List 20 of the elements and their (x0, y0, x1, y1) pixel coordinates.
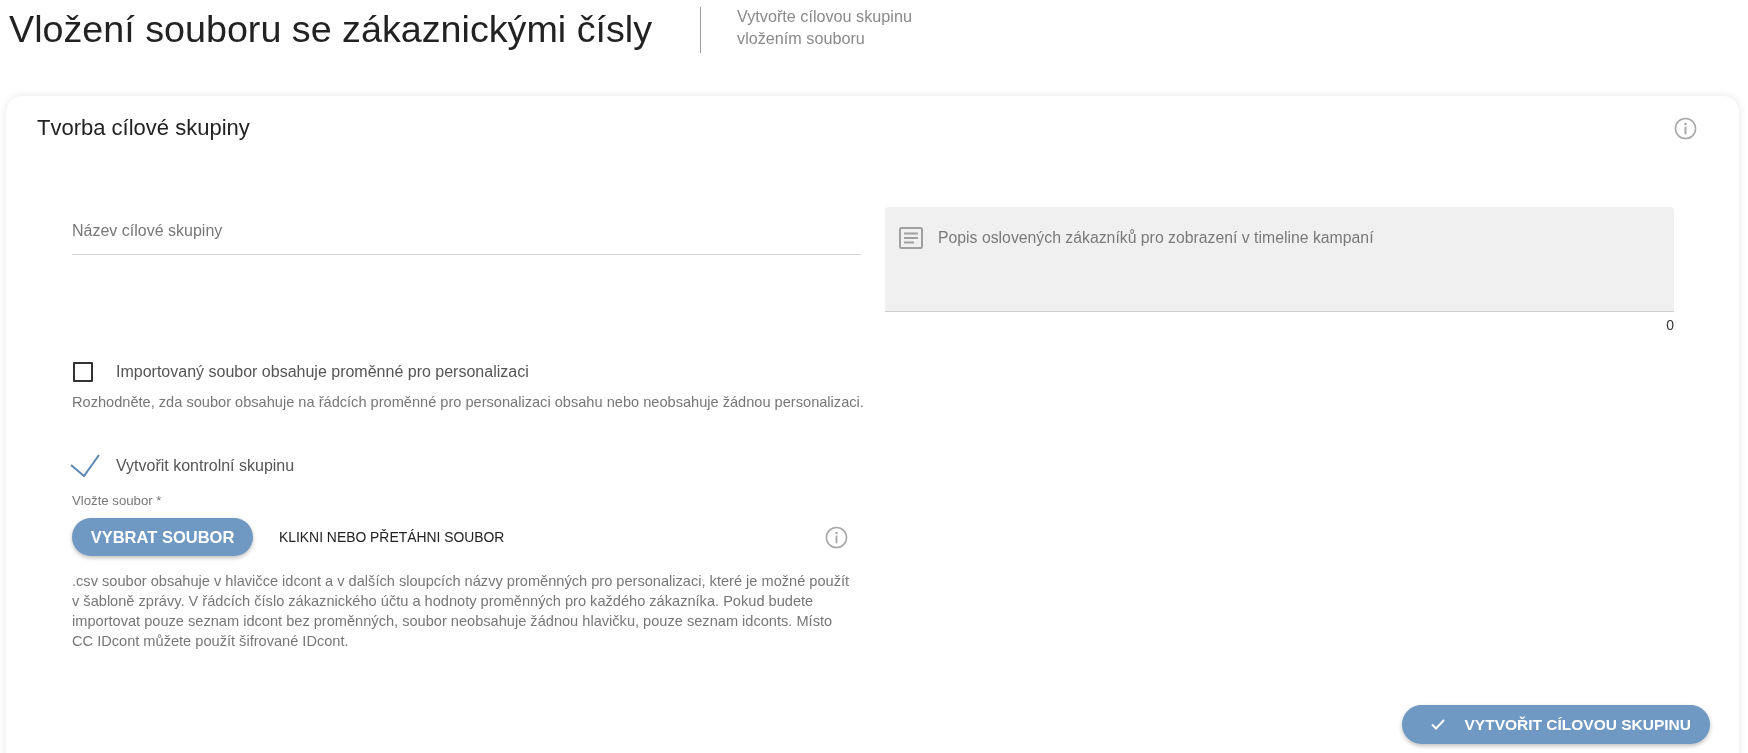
create-group-button[interactable]: VYTVOŘIT CÍLOVOU SKUPINU (1401, 705, 1710, 744)
character-counter: 0 (1666, 316, 1674, 335)
choose-file-button[interactable]: VYBRAT SOUBOR (72, 518, 253, 556)
check-icon (1430, 719, 1445, 730)
info-icon[interactable] (1674, 116, 1697, 140)
description-field[interactable]: Popis oslovených zákazníků pro zobrazení v timeline kampaní (885, 207, 1674, 312)
notes-icon (899, 227, 923, 249)
file-upload-label: Vložte soubor * (72, 493, 163, 509)
info-icon[interactable] (825, 525, 848, 549)
checkbox-label: Importovaný soubor obsahuje proměnné pro personalizaci (116, 362, 529, 382)
checkbox-label: Vytvořit kontrolní skupinu (116, 455, 295, 476)
checkbox-hint: Rozhodněte, zda soubor obsahuje na řádcích proměnné pro personalizaci obsahu nebo neobsahuje žádnou personalizaci. (72, 393, 861, 412)
drop-zone-hint: KLIKNI NEBO PŘETÁHNI SOUBOR (279, 529, 505, 545)
name-input-field[interactable]: Název cílové skupiny (72, 207, 861, 255)
checkbox[interactable] (73, 362, 93, 382)
file-help-text: .csv soubor obsahuje v hlavičce idcont a v dalších sloupcích názvy proměnných pro personalizaci, které je možné použít v šabloně zprávy. V řádcích číslo zákaznického účtu a hodnoty proměnných pro každého zákazníka. Pokud budete importovat pouze seznam idcont bez proměnných, soubor neobsahuje žádnou hlavičku, pouze seznam idconts. Místo CC IDcont můžete použít šifrované IDcont. (72, 572, 851, 651)
page-subtitle: Vytvořte cílovou skupinu vložením souboru (737, 6, 913, 49)
checkbox[interactable] (70, 454, 100, 477)
page-title: Vložení souboru se zákaznickými čísly (9, 7, 653, 51)
card-title: Tvorba cílové skupiny (37, 114, 250, 142)
